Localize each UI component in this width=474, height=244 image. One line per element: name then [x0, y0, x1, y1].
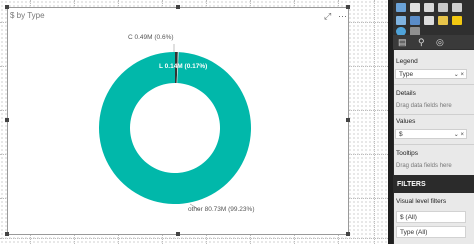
visual-type-icon[interactable]: [452, 16, 462, 25]
donut-chart: [99, 44, 251, 211]
visual-type-icon[interactable]: [424, 16, 434, 25]
resize-handle[interactable]: [5, 232, 9, 236]
resize-handle[interactable]: [176, 5, 180, 9]
data-label-other: other 80.73M (99.23%): [188, 206, 255, 213]
resize-handle[interactable]: [346, 118, 350, 122]
tooltips-label: Tooltips: [396, 150, 419, 157]
donut-slice-other[interactable]: [99, 52, 251, 205]
format-roller-icon[interactable]: ⚲: [418, 37, 425, 48]
visual-type-icon[interactable]: [438, 16, 448, 25]
grid-line: [374, 0, 375, 244]
fields-tab-icon[interactable]: ▤: [398, 37, 407, 48]
details-drop-zone[interactable]: Drag data fields here: [396, 101, 468, 111]
filter-type[interactable]: Type (All): [396, 226, 466, 238]
field-wells: Legend Type ⌄ × Details Drag data fields…: [394, 50, 474, 175]
resize-handle[interactable]: [346, 5, 350, 9]
resize-handle[interactable]: [5, 5, 9, 9]
divider: [394, 144, 474, 145]
values-field-name: $: [399, 131, 403, 138]
data-label-l: L 0.14M (0.17%): [159, 63, 208, 70]
analytics-icon[interactable]: ◎: [436, 37, 444, 48]
resize-handle[interactable]: [176, 232, 180, 236]
values-label: Values: [396, 118, 416, 125]
visual-type-icon[interactable]: [410, 3, 420, 12]
visual-type-icon[interactable]: [452, 3, 462, 12]
remove-field-icon[interactable]: ⌄ ×: [454, 70, 464, 80]
data-label-c: C 0.49M (0.6%): [128, 34, 174, 41]
legend-label: Legend: [396, 58, 418, 65]
tooltips-drop-zone[interactable]: Drag data fields here: [396, 161, 468, 171]
divider: [394, 84, 474, 85]
details-label: Details: [396, 90, 416, 97]
visual-level-filters-label: Visual level filters: [396, 198, 447, 205]
resize-handle[interactable]: [346, 232, 350, 236]
legend-field[interactable]: Type ⌄ ×: [395, 69, 467, 79]
filters-heading: FILTERS: [397, 181, 426, 188]
visual-type-icon[interactable]: [396, 3, 406, 12]
filter-amount[interactable]: $ (All): [396, 211, 466, 223]
visual-type-icon[interactable]: [410, 16, 420, 25]
pane-tabs: ▤ ⚲ ◎: [388, 35, 474, 49]
remove-field-icon[interactable]: ⌄ ×: [454, 130, 464, 140]
legend-field-name: Type: [399, 71, 414, 78]
report-canvas[interactable]: $ by Type ⤢ ⋯ C 0.49M (0.6%) L 0.14M (0.…: [0, 0, 388, 244]
pane-scrollbar[interactable]: [388, 0, 393, 244]
grid-line: [0, 238, 388, 239]
visual-type-icon[interactable]: [438, 3, 448, 12]
visual-type-icon[interactable]: [396, 16, 406, 25]
visualizations-pane: ▤ ⚲ ◎ Legend Type ⌄ × Details Drag data …: [388, 0, 474, 244]
values-field[interactable]: $ ⌄ ×: [395, 129, 467, 139]
filters-well: Visual level filters $ (All) Type (All): [394, 193, 474, 244]
resize-handle[interactable]: [5, 118, 9, 122]
visual-type-icon[interactable]: [424, 3, 434, 12]
divider: [394, 114, 474, 115]
donut-chart-visual[interactable]: $ by Type ⤢ ⋯ C 0.49M (0.6%) L 0.14M (0.…: [7, 7, 349, 235]
